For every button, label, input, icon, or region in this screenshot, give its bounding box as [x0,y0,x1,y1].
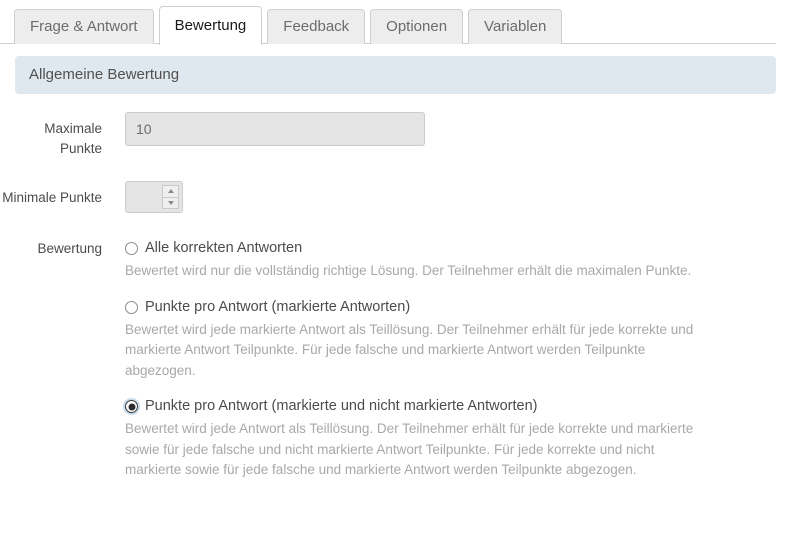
radio-description: Bewertet wird nur die vollständig richti… [125,263,692,278]
max-points-input[interactable] [125,112,425,146]
radio-icon-all-correct[interactable] [125,242,138,255]
scoring-label: Bewertung [37,241,102,256]
scoring-field-wrap: Alle korrekten Antworten Bewertet wird n… [102,235,788,481]
tab-feedback[interactable]: Feedback [267,9,366,44]
scoring-option-points-marked: Punkte pro Antwort (markierte Antworten)… [125,296,788,382]
tab-bar: Frage & Antwort Bewertung Feedback Optio… [0,0,788,45]
scoring-radio-group: Alle korrekten Antworten Bewertet wird n… [125,235,788,481]
radio-icon-points-marked-unmarked[interactable] [125,400,138,413]
spinner-buttons [162,185,179,209]
form-row-max-points: Maximale Punkte [0,112,788,159]
radio-description: Bewertet wird jede Antwort als Teillösun… [125,421,694,477]
chevron-down-icon [167,200,174,205]
section-header-allgemeine-bewertung: Allgemeine Bewertung [15,56,776,94]
radio-icon-points-marked[interactable] [125,300,138,314]
tab-label: Optionen [386,18,448,35]
tab-list: Frage & Antwort Bewertung Feedback Optio… [14,6,563,45]
tab-bewertung[interactable]: Bewertung [158,6,263,45]
tab-label: Variablen [484,18,547,35]
radio-label[interactable]: Punkte pro Antwort (markierte Antworten) [145,296,410,318]
section-title: Allgemeine Bewertung [29,66,180,83]
spinner-increment-button[interactable] [162,185,179,197]
min-points-label: Minimale Punkte [2,190,102,205]
tab-label: Frage & Antwort [30,18,138,35]
tab-label: Bewertung [174,17,247,34]
radio-label[interactable]: Punkte pro Antwort (markierte und nicht … [145,395,537,417]
scoring-option-points-marked-unmarked: Punkte pro Antwort (markierte und nicht … [125,395,788,481]
spinner-decrement-button[interactable] [162,196,179,209]
chevron-up-icon [167,189,174,194]
scoring-option-all-correct: Alle korrekten Antworten Bewertet wird n… [125,237,788,282]
radio-row[interactable]: Punkte pro Antwort (markierte Antworten) [125,296,788,318]
max-points-label: Maximale Punkte [44,121,102,156]
max-points-field-wrap [102,112,788,146]
radio-label[interactable]: Alle korrekten Antworten [145,237,302,259]
tab-optionen[interactable]: Optionen [370,9,464,44]
min-points-field-wrap [102,181,788,213]
form-row-min-points: Minimale Punkte [0,181,788,213]
tab-variablen[interactable]: Variablen [468,9,563,44]
min-points-spinner[interactable] [125,181,183,213]
radio-row[interactable]: Alle korrekten Antworten [125,237,788,259]
scoring-form: Maximale Punkte Minimale Punkte Be [0,94,788,481]
form-row-scoring-mode: Bewertung Alle korrekten Antworten Bewer… [0,235,788,481]
radio-description: Bewertet wird jede markierte Antwort als… [125,321,694,378]
tab-frage-antwort[interactable]: Frage & Antwort [14,9,154,44]
radio-row[interactable]: Punkte pro Antwort (markierte und nicht … [125,395,788,417]
tab-label: Feedback [283,18,350,35]
